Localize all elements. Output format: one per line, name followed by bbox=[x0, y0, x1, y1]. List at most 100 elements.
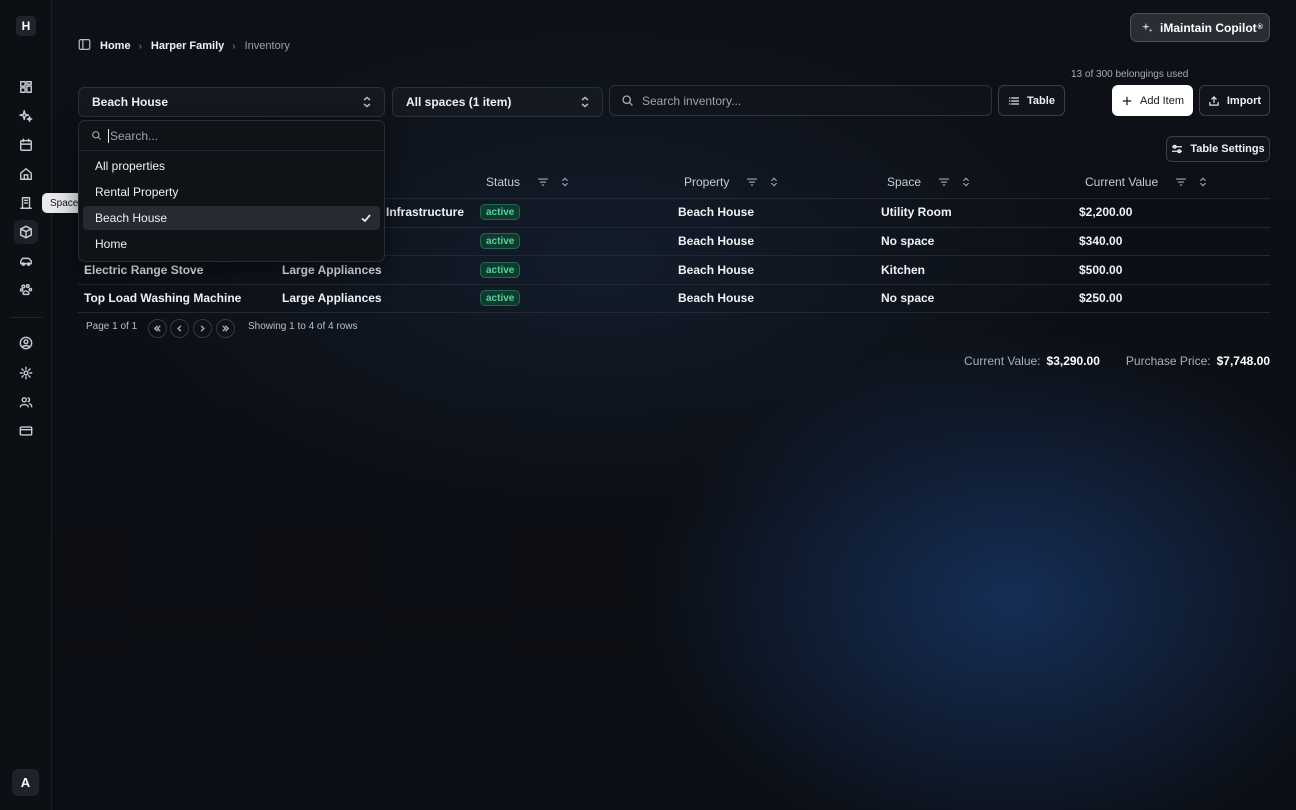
cell-name[interactable]: Electric Range Stove bbox=[84, 263, 203, 277]
home-icon[interactable] bbox=[14, 162, 38, 186]
add-item-button[interactable]: Add Item bbox=[1112, 85, 1193, 116]
chevron-right-icon: › bbox=[232, 40, 236, 52]
table-settings-label: Table Settings bbox=[1190, 143, 1265, 155]
settings-icon[interactable] bbox=[14, 361, 38, 385]
car-icon[interactable] bbox=[14, 249, 38, 273]
filter-icon[interactable] bbox=[746, 176, 758, 188]
column-header-space[interactable]: Space bbox=[887, 175, 972, 189]
building-icon[interactable] bbox=[14, 191, 38, 215]
sparkles-icon[interactable] bbox=[14, 104, 38, 128]
cell-category: Large Appliances bbox=[282, 291, 382, 305]
dashboard-icon[interactable] bbox=[14, 75, 38, 99]
breadcrumb-family[interactable]: Harper Family bbox=[151, 40, 224, 52]
chevron-right-icon: › bbox=[138, 40, 142, 52]
current-value-total: $3,290.00 bbox=[1046, 354, 1100, 368]
user-avatar[interactable]: A bbox=[12, 769, 39, 796]
column-header-label: Space bbox=[887, 175, 922, 189]
paw-icon[interactable] bbox=[14, 278, 38, 302]
plus-icon bbox=[1122, 96, 1132, 105]
space-select[interactable]: All spaces (1 item) bbox=[392, 87, 603, 117]
dropdown-option-rental-property[interactable]: Rental Property bbox=[83, 180, 380, 204]
upload-icon bbox=[1209, 95, 1219, 106]
dropdown-option-home[interactable]: Home bbox=[83, 232, 380, 256]
sort-icon[interactable] bbox=[1197, 176, 1209, 188]
inventory-search-input[interactable] bbox=[642, 93, 972, 108]
chevron-up-down-icon bbox=[362, 96, 372, 108]
cell-space: No space bbox=[881, 234, 935, 248]
page-indicator: Page 1 of 1 bbox=[86, 321, 138, 332]
purchase-price-label: Purchase Price: bbox=[1125, 354, 1211, 368]
check-icon bbox=[360, 212, 372, 227]
credit-card-icon[interactable] bbox=[14, 419, 38, 443]
dropdown-option-all-properties[interactable]: All properties bbox=[83, 154, 380, 178]
usage-count: 13 of 300 belongings used bbox=[1071, 69, 1189, 80]
sparkles-icon bbox=[1141, 22, 1153, 33]
next-page-button[interactable] bbox=[193, 319, 212, 338]
status-badge: active bbox=[480, 204, 521, 220]
dropdown-option-label: Beach House bbox=[95, 211, 168, 225]
dropdown-search[interactable] bbox=[79, 121, 384, 151]
user-circle-icon[interactable] bbox=[14, 331, 38, 355]
view-toggle-button[interactable]: Table bbox=[998, 85, 1065, 116]
breadcrumb-current: Inventory bbox=[244, 40, 290, 52]
column-header-status[interactable]: Status bbox=[486, 175, 571, 189]
filter-icon[interactable] bbox=[537, 176, 549, 188]
sidebar-divider bbox=[10, 317, 42, 318]
dropdown-search-input[interactable] bbox=[108, 128, 358, 143]
sort-icon[interactable] bbox=[960, 176, 972, 188]
cell-space: Utility Room bbox=[881, 205, 952, 219]
totals-summary: Current Value: $3,290.00 Purchase Price:… bbox=[964, 354, 1270, 368]
dropdown-option-label: All properties bbox=[95, 159, 166, 173]
copilot-button[interactable]: iMaintain Copilot ® bbox=[1130, 13, 1270, 42]
cell-property: Beach House bbox=[678, 205, 755, 219]
users-icon[interactable] bbox=[14, 390, 38, 414]
chevron-right-icon bbox=[200, 325, 205, 332]
chevrons-right-icon bbox=[222, 325, 230, 332]
last-page-button[interactable] bbox=[216, 319, 235, 338]
cell-name[interactable]: Top Load Washing Machine bbox=[84, 291, 241, 305]
column-header-label: Status bbox=[486, 175, 521, 189]
status-badge: active bbox=[480, 233, 521, 249]
cell-value: $250.00 bbox=[1079, 291, 1123, 305]
search-icon bbox=[622, 95, 633, 106]
cell-value: $2,200.00 bbox=[1079, 205, 1133, 219]
import-label: Import bbox=[1226, 94, 1262, 107]
cell-property: Beach House bbox=[678, 234, 755, 248]
calendar-icon[interactable] bbox=[14, 133, 38, 157]
filter-icon[interactable] bbox=[1175, 176, 1187, 188]
breadcrumb: Home › Harper Family › Inventory bbox=[78, 38, 290, 54]
breadcrumb-home[interactable]: Home bbox=[100, 40, 131, 52]
copilot-label: iMaintain Copilot bbox=[1160, 20, 1257, 35]
prev-page-button[interactable] bbox=[170, 319, 189, 338]
cell-category: Infrastructure bbox=[386, 205, 465, 219]
sort-icon[interactable] bbox=[559, 176, 571, 188]
column-header-current-value[interactable]: Current Value bbox=[1085, 175, 1209, 189]
rows-summary: Showing 1 to 4 of 4 rows bbox=[248, 321, 358, 332]
chevrons-left-icon bbox=[153, 325, 161, 332]
inventory-search[interactable] bbox=[609, 85, 992, 116]
list-icon bbox=[1008, 96, 1020, 105]
toggle-sidebar-icon[interactable] bbox=[78, 38, 91, 54]
current-value-label: Current Value: bbox=[964, 354, 1041, 368]
property-select[interactable]: Beach House bbox=[78, 87, 385, 117]
cell-value: $500.00 bbox=[1079, 263, 1123, 277]
status-badge: active bbox=[480, 290, 521, 306]
table-settings-button[interactable]: Table Settings bbox=[1166, 136, 1270, 162]
table-divider bbox=[78, 312, 1270, 313]
registered-mark: ® bbox=[1257, 24, 1263, 31]
filter-icon[interactable] bbox=[938, 176, 950, 188]
column-header-label: Current Value bbox=[1085, 175, 1159, 189]
dropdown-option-label: Rental Property bbox=[95, 185, 179, 199]
first-page-button[interactable] bbox=[148, 319, 167, 338]
dropdown-option-beach-house[interactable]: Beach House bbox=[83, 206, 380, 230]
space-select-value: All spaces (1 item) bbox=[406, 95, 512, 109]
sort-icon[interactable] bbox=[768, 176, 780, 188]
cell-value: $340.00 bbox=[1079, 234, 1123, 248]
app-logo[interactable]: H bbox=[16, 16, 36, 36]
sidebar: H A bbox=[0, 0, 52, 810]
column-header-property[interactable]: Property bbox=[684, 175, 780, 189]
chevron-left-icon bbox=[177, 325, 182, 332]
box-icon[interactable] bbox=[14, 220, 38, 244]
import-button[interactable]: Import bbox=[1199, 85, 1270, 116]
property-dropdown: All properties Rental Property Beach Hou… bbox=[78, 120, 385, 262]
